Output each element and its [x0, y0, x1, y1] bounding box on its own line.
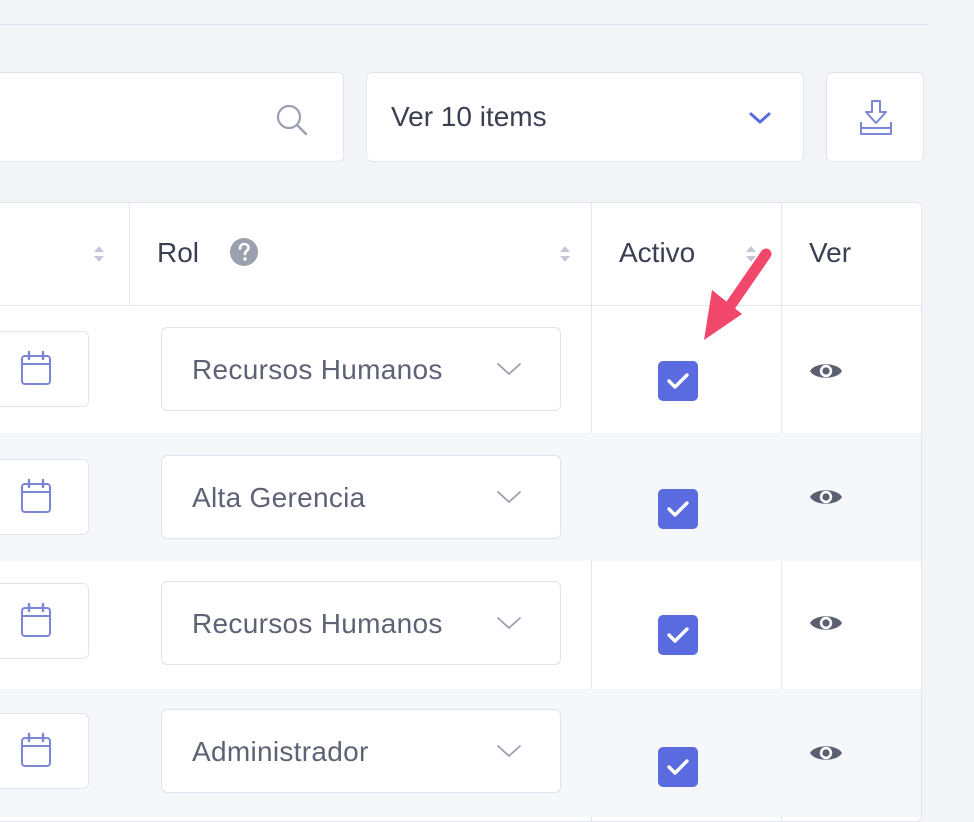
eye-icon[interactable] [809, 741, 843, 765]
active-checkbox[interactable] [658, 489, 698, 529]
chevron-down-icon [497, 491, 521, 503]
calendar-icon [21, 350, 51, 385]
header-ver: Ver [809, 237, 852, 268]
download-button[interactable] [826, 72, 924, 162]
help-icon[interactable] [229, 237, 259, 267]
top-divider [0, 24, 928, 25]
search-icon[interactable] [275, 103, 309, 137]
role-select-value: Administrador [192, 736, 369, 767]
page-size-select[interactable]: Ver 10 items [366, 72, 804, 162]
chevron-down-icon [497, 617, 521, 629]
role-select-value: Alta Gerencia [192, 482, 366, 513]
search-box[interactable] [0, 72, 344, 162]
column-divider [129, 203, 130, 305]
chevron-down-icon [749, 112, 771, 124]
calendar-icon [21, 478, 51, 513]
calendar-icon [21, 732, 51, 767]
table-row: Administrador [0, 689, 921, 817]
table-row: Alta Gerencia [0, 433, 921, 561]
download-icon [860, 100, 892, 135]
sort-icon[interactable] [559, 245, 571, 263]
date-button[interactable] [0, 583, 89, 659]
role-select[interactable]: Recursos Humanos [161, 581, 561, 665]
users-table: Rol Activo Ver Recursos Humanos Alta Ger… [0, 202, 922, 822]
chevron-down-icon [497, 745, 521, 757]
search-input[interactable] [11, 93, 265, 143]
table-row: Recursos Humanos [0, 561, 921, 689]
eye-icon[interactable] [809, 611, 843, 635]
role-select-value: Recursos Humanos [192, 354, 443, 385]
date-button[interactable] [0, 459, 89, 535]
role-select[interactable]: Alta Gerencia [161, 455, 561, 539]
sort-icon[interactable] [93, 245, 105, 263]
chevron-down-icon [497, 363, 521, 375]
role-select-value: Recursos Humanos [192, 608, 443, 639]
role-select[interactable]: Administrador [161, 709, 561, 793]
date-button[interactable] [0, 331, 89, 407]
table-header: Rol Activo Ver [0, 203, 921, 306]
page-size-value: Ver 10 items [391, 101, 547, 132]
check-icon [667, 759, 689, 775]
role-select[interactable]: Recursos Humanos [161, 327, 561, 411]
arrow-annotation [704, 248, 772, 340]
eye-icon[interactable] [809, 485, 843, 509]
check-icon [667, 501, 689, 517]
header-activo: Activo [619, 237, 696, 268]
calendar-icon [21, 602, 51, 637]
active-checkbox[interactable] [658, 361, 698, 401]
table-row: Recursos Humanos [0, 305, 921, 433]
eye-icon[interactable] [809, 359, 843, 383]
active-checkbox[interactable] [658, 615, 698, 655]
header-rol: Rol [157, 237, 200, 268]
date-button[interactable] [0, 713, 89, 789]
check-icon [667, 627, 689, 643]
active-checkbox[interactable] [658, 747, 698, 787]
check-icon [667, 373, 689, 389]
